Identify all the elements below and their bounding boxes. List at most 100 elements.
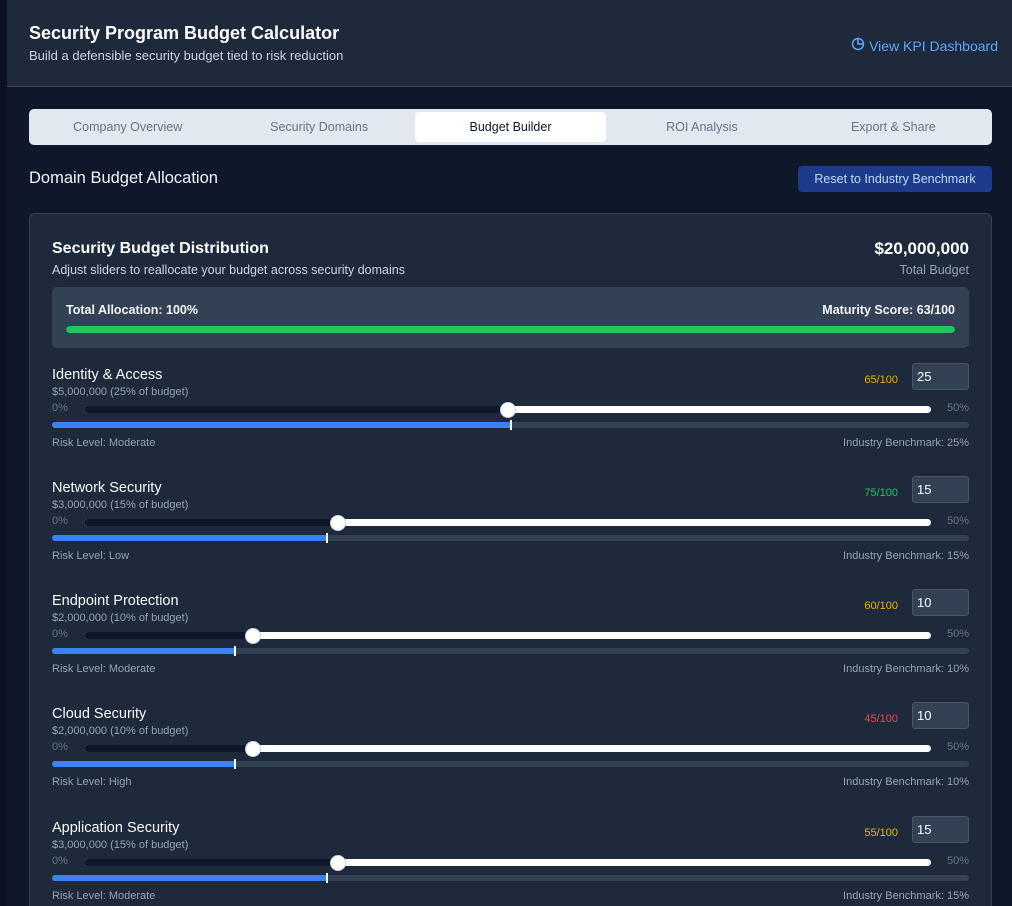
slider-min-label: 0% — [52, 515, 68, 527]
domain-name: Identity & Access — [52, 367, 163, 383]
domain-risk-level: Risk Level: Moderate — [52, 890, 156, 902]
slider-thumb[interactable] — [499, 402, 516, 418]
tab-roi-analysis[interactable]: ROI Analysis — [606, 112, 797, 142]
domain-maturity-score: 75/100 — [864, 487, 898, 499]
tab-export-share[interactable]: Export & Share — [798, 112, 989, 142]
domain-amount: $2,000,000 (10% of budget) — [52, 725, 189, 737]
slider-thumb[interactable] — [330, 855, 347, 871]
slider-max-label: 50% — [946, 628, 969, 640]
allocation-summary: Total Allocation: 100% Maturity Score: 6… — [52, 287, 969, 348]
slider-thumb[interactable] — [245, 628, 262, 644]
slider-min-label: 0% — [52, 402, 68, 414]
tab-company-overview[interactable]: Company Overview — [32, 112, 223, 142]
domain-risk-level: Risk Level: High — [52, 776, 132, 788]
page-subtitle: Build a defensible security budget tied … — [29, 48, 344, 63]
slider-max-label: 50% — [946, 515, 969, 527]
benchmark-marker — [509, 420, 512, 430]
view-kpi-dashboard-link[interactable]: View KPI Dashboard — [851, 37, 998, 54]
pie-chart-icon — [851, 37, 865, 54]
slider-min-label: 0% — [52, 855, 68, 867]
reset-to-benchmark-button[interactable]: Reset to Industry Benchmark — [798, 166, 992, 192]
domain-percent-input[interactable] — [912, 589, 969, 616]
benchmark-bar — [52, 420, 969, 430]
benchmark-bar — [52, 533, 969, 543]
domain-allocation-slider[interactable] — [84, 741, 931, 757]
section-title: Domain Budget Allocation — [29, 169, 218, 187]
domain-allocation-slider[interactable] — [84, 628, 931, 644]
domain-industry-benchmark: Industry Benchmark: 15% — [843, 890, 969, 902]
total-allocation-label: Total Allocation: 100% — [66, 303, 198, 317]
domain-risk-level: Risk Level: Moderate — [52, 437, 156, 449]
domain-industry-benchmark: Industry Benchmark: 25% — [843, 437, 969, 449]
allocation-progress-fill — [66, 326, 955, 333]
page-title: Security Program Budget Calculator — [29, 23, 340, 43]
benchmark-bar — [52, 873, 969, 883]
domain-percent-input[interactable] — [912, 702, 969, 729]
domain-row-cloud-security: Cloud Security $2,000,000 (10% of budget… — [52, 702, 969, 806]
view-kpi-dashboard-label: View KPI Dashboard — [869, 37, 998, 54]
domain-maturity-score: 45/100 — [864, 713, 898, 725]
domain-industry-benchmark: Industry Benchmark: 10% — [843, 776, 969, 788]
domain-allocation-slider[interactable] — [84, 402, 931, 418]
slider-thumb[interactable] — [330, 515, 347, 531]
benchmark-bar — [52, 759, 969, 769]
domain-industry-benchmark: Industry Benchmark: 15% — [843, 550, 969, 562]
slider-min-label: 0% — [52, 741, 68, 753]
benchmark-marker — [234, 646, 237, 656]
domain-maturity-score: 65/100 — [864, 374, 898, 386]
benchmark-bar-fill — [52, 648, 236, 654]
domain-percent-input[interactable] — [912, 363, 969, 390]
budget-distribution-card: Security Budget Distribution Adjust slid… — [29, 213, 992, 906]
total-budget-label: Total Budget — [899, 263, 970, 277]
domain-row-application-security: Application Security $3,000,000 (15% of … — [52, 816, 969, 906]
benchmark-bar-fill — [52, 535, 328, 541]
slider-max-label: 50% — [946, 855, 969, 867]
app-edge — [0, 0, 7, 906]
card-title: Security Budget Distribution — [52, 240, 269, 257]
domain-allocation-slider[interactable] — [84, 515, 931, 531]
slider-filled-track — [84, 519, 339, 526]
slider-filled-track — [84, 406, 508, 413]
domain-amount: $2,000,000 (10% of budget) — [52, 612, 189, 624]
total-budget-amount: $20,000,000 — [874, 239, 969, 258]
slider-max-label: 50% — [946, 402, 969, 414]
domain-amount: $5,000,000 (25% of budget) — [52, 386, 189, 398]
benchmark-bar-fill — [52, 422, 511, 428]
maturity-score-label: Maturity Score: 63/100 — [822, 303, 955, 317]
domain-risk-level: Risk Level: Low — [52, 550, 130, 562]
tab-security-domains[interactable]: Security Domains — [223, 112, 414, 142]
benchmark-bar — [52, 646, 969, 656]
domain-amount: $3,000,000 (15% of budget) — [52, 499, 189, 511]
benchmark-marker — [234, 759, 237, 769]
tab-budget-builder[interactable]: Budget Builder — [414, 112, 607, 142]
domain-industry-benchmark: Industry Benchmark: 10% — [843, 663, 969, 675]
benchmark-bar-fill — [52, 875, 328, 881]
domain-name: Network Security — [52, 480, 162, 496]
slider-filled-track — [84, 745, 254, 752]
domain-name: Endpoint Protection — [52, 593, 179, 609]
domain-maturity-score: 60/100 — [864, 600, 898, 612]
allocation-progress-bar — [66, 326, 955, 333]
slider-min-label: 0% — [52, 628, 68, 640]
domain-percent-input[interactable] — [912, 816, 969, 843]
slider-thumb[interactable] — [245, 741, 262, 757]
benchmark-marker — [326, 533, 329, 543]
app-header: Security Program Budget Calculator Build… — [7, 0, 1012, 87]
domain-row-endpoint-protection: Endpoint Protection $2,000,000 (10% of b… — [52, 589, 969, 693]
domain-name: Cloud Security — [52, 706, 147, 722]
slider-filled-track — [84, 859, 339, 866]
slider-max-label: 50% — [946, 741, 969, 753]
benchmark-marker — [326, 873, 329, 883]
domain-percent-input[interactable] — [912, 476, 969, 503]
domain-row-network-security: Network Security $3,000,000 (15% of budg… — [52, 476, 969, 580]
domain-maturity-score: 55/100 — [864, 827, 898, 839]
domain-amount: $3,000,000 (15% of budget) — [52, 839, 189, 851]
domain-allocation-slider[interactable] — [84, 855, 931, 871]
domain-risk-level: Risk Level: Moderate — [52, 663, 156, 675]
domain-row-identity-access: Identity & Access $5,000,000 (25% of bud… — [52, 363, 969, 467]
slider-filled-track — [84, 632, 254, 639]
domain-name: Application Security — [52, 820, 180, 836]
tab-bar: Company Overview Security Domains Budget… — [29, 109, 992, 145]
card-subtitle: Adjust sliders to reallocate your budget… — [52, 263, 405, 277]
benchmark-bar-fill — [52, 761, 236, 767]
